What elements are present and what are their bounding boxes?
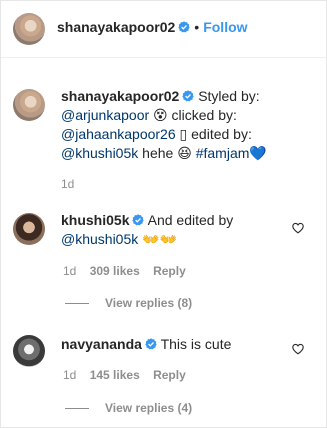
header-user-row: shanayakapoor02 • Follow [57,19,248,37]
comment-avatar[interactable] [13,335,45,367]
caption-line-4: @khushi05k hehe 😆 #famjam💙 [61,144,311,163]
mention-link[interactable]: @jahaankapoor26 [61,126,176,142]
comment-username[interactable]: khushi05k [61,212,129,228]
verified-badge-icon [182,90,194,102]
caption-styled-by: Styled by: [198,88,260,104]
like-heart-icon[interactable] [292,222,304,234]
comment-avatar[interactable] [13,213,45,245]
comment-timestamp[interactable]: 1d [63,264,76,278]
caption-line-1: shanayakapoor02 Styled by: [61,87,311,106]
comment-likes[interactable]: 309 likes [90,264,140,278]
comment-likes[interactable]: 145 likes [90,368,140,382]
comment-1-line-2: @khushi05k 👐👐 [61,230,286,249]
reply-button[interactable]: Reply [153,368,186,382]
caption-timestamp[interactable]: 1d [61,177,74,191]
comment-2-meta: 1d 145 likes Reply [63,368,196,382]
caption-edited-by: edited by: [191,126,252,142]
comment-2-line-1: navyananda This is cute [61,335,286,354]
view-replies-button[interactable]: View replies (4) [65,401,192,415]
header-separator: • [194,19,200,35]
blue-heart-emoji: 💙 [249,145,267,161]
comment-1-line-1: khushi05k And edited by [61,211,286,230]
follow-button[interactable]: Follow [203,19,247,35]
caption: shanayakapoor02 Styled by: @arjunkapoor … [61,87,311,163]
verified-badge-icon [178,21,190,33]
view-replies-label[interactable]: View replies (8) [105,296,192,310]
caption-line-3: @jahaankapoor26 ▯ edited by: [61,125,311,144]
dizzy-face-emoji: 😵 [153,107,168,123]
open-hands-emoji: 👐👐 [142,231,178,247]
caption-username[interactable]: shanayakapoor02 [61,88,179,104]
comment-body: This is cute [160,336,232,352]
comment-1: khushi05k And edited by @khushi05k 👐👐 [61,211,286,249]
reply-button[interactable]: Reply [153,264,186,278]
comment-timestamp[interactable]: 1d [63,368,76,382]
comment-username[interactable]: navyananda [61,336,142,352]
caption-line-2: @arjunkapoor 😵 clicked by: [61,106,311,125]
verified-badge-icon [132,214,145,226]
mention-link[interactable]: @khushi05k [61,145,138,161]
avatar[interactable] [13,13,45,45]
like-heart-icon[interactable] [292,343,304,355]
comment-1-meta: 1d 309 likes Reply [63,264,196,278]
caption-hehe: hehe [142,145,174,161]
replies-divider-line [65,302,89,304]
caption-clicked-by: clicked by: [171,107,237,123]
post-header: shanayakapoor02 • Follow [1,1,326,58]
replies-divider-line [65,407,89,409]
caption-meta: 1d [61,177,84,191]
comment-body: And edited by [147,212,234,228]
hashtag-link[interactable]: #famjam [196,145,250,161]
caption-avatar[interactable] [13,89,45,121]
view-replies-button[interactable]: View replies (8) [65,296,192,310]
mention-link[interactable]: @khushi05k [61,231,138,247]
grinning-emoji: 😆 [177,145,192,161]
missing-glyph-box: ▯ [179,126,188,142]
comments-panel: shanayakapoor02 • Follow shanayakapoor02 S… [0,0,327,428]
verified-badge-icon [145,338,157,350]
header-username[interactable]: shanayakapoor02 [57,19,175,35]
mention-link[interactable]: @arjunkapoor [61,107,149,123]
comment-2: navyananda This is cute [61,335,286,354]
view-replies-label[interactable]: View replies (4) [105,401,192,415]
